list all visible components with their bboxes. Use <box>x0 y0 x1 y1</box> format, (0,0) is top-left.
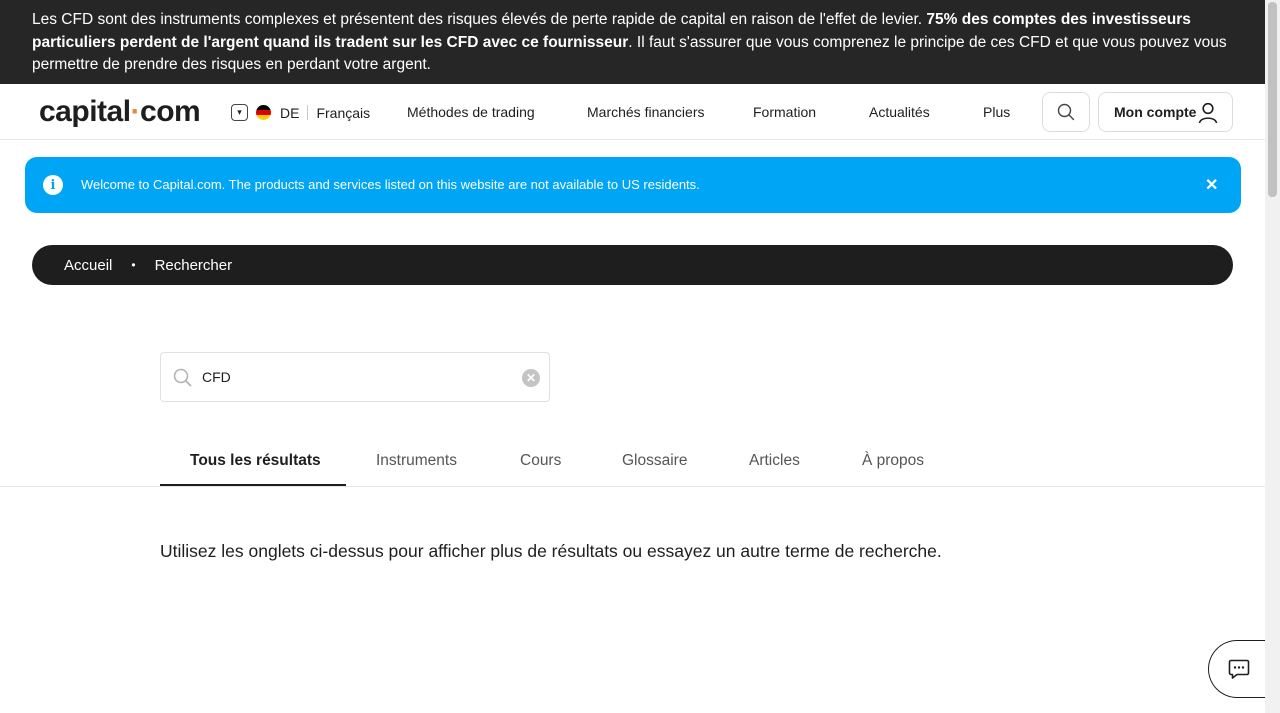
divider <box>307 105 309 120</box>
nav-trading-methods[interactable]: Méthodes de trading <box>407 104 535 120</box>
search-icon <box>1057 103 1075 121</box>
close-icon[interactable]: ✕ <box>1205 175 1218 195</box>
alert-message: Welcome to Capital.com. The products and… <box>81 177 700 192</box>
language-label: Français <box>316 104 371 121</box>
tab-articles[interactable]: Articles <box>749 452 800 470</box>
nav-news[interactable]: Actualités <box>869 104 930 120</box>
search-icon <box>173 368 192 387</box>
tab-glossary[interactable]: Glossaire <box>622 452 687 470</box>
country-code: DE <box>280 104 300 121</box>
top-navbar: capital·com ▾ DE Français Méthodes de tr… <box>0 84 1265 140</box>
chevron-down-icon[interactable]: ▾ <box>231 104 248 121</box>
logo-text-com: com <box>140 95 201 128</box>
breadcrumb-current: Rechercher <box>154 256 233 274</box>
user-icon <box>1198 102 1218 124</box>
logo-dot: · <box>130 95 141 128</box>
search-hint-text: Utilisez les onglets ci-dessus pour affi… <box>160 541 942 561</box>
info-icon: i <box>43 175 63 195</box>
risk-warning-banner: Les CFD sont des instruments complexes e… <box>0 0 1265 84</box>
my-account-label: Mon compte <box>1114 104 1197 120</box>
page-scrollbar[interactable] <box>1265 0 1280 713</box>
us-residents-alert: i Welcome to Capital.com. The products a… <box>25 157 1241 213</box>
breadcrumb-home[interactable]: Accueil <box>64 257 112 274</box>
search-input[interactable] <box>202 366 512 388</box>
tab-about[interactable]: À propos <box>862 452 924 470</box>
logo-text: capital <box>39 95 131 128</box>
scrollbar-thumb[interactable] <box>1268 2 1277 197</box>
breadcrumb: Accueil • Rechercher <box>32 245 1233 285</box>
header-search-button[interactable] <box>1042 92 1090 132</box>
chat-button[interactable] <box>1208 640 1268 698</box>
risk-warning-text: Les CFD sont des instruments complexes e… <box>32 11 927 28</box>
clear-search-icon[interactable]: ✕ <box>522 369 540 387</box>
nav-financial-markets[interactable]: Marchés financiers <box>587 104 705 120</box>
chat-icon <box>1228 659 1249 679</box>
breadcrumb-separator: • <box>131 258 136 272</box>
tab-all-results[interactable]: Tous les résultats <box>190 452 321 470</box>
search-field[interactable]: ✕ <box>160 352 550 402</box>
nav-more[interactable]: Plus <box>983 104 1010 120</box>
tab-instruments[interactable]: Instruments <box>376 452 457 470</box>
capital-com-logo[interactable]: capital·com <box>39 95 201 128</box>
my-account-button[interactable]: Mon compte <box>1098 92 1233 132</box>
germany-flag-icon <box>256 105 271 120</box>
nav-education[interactable]: Formation <box>753 104 816 120</box>
active-tab-indicator <box>160 484 346 486</box>
language-selector[interactable]: ▾ DE Français <box>231 104 370 121</box>
tabs-divider <box>0 486 1265 487</box>
tab-courses[interactable]: Cours <box>520 452 561 470</box>
